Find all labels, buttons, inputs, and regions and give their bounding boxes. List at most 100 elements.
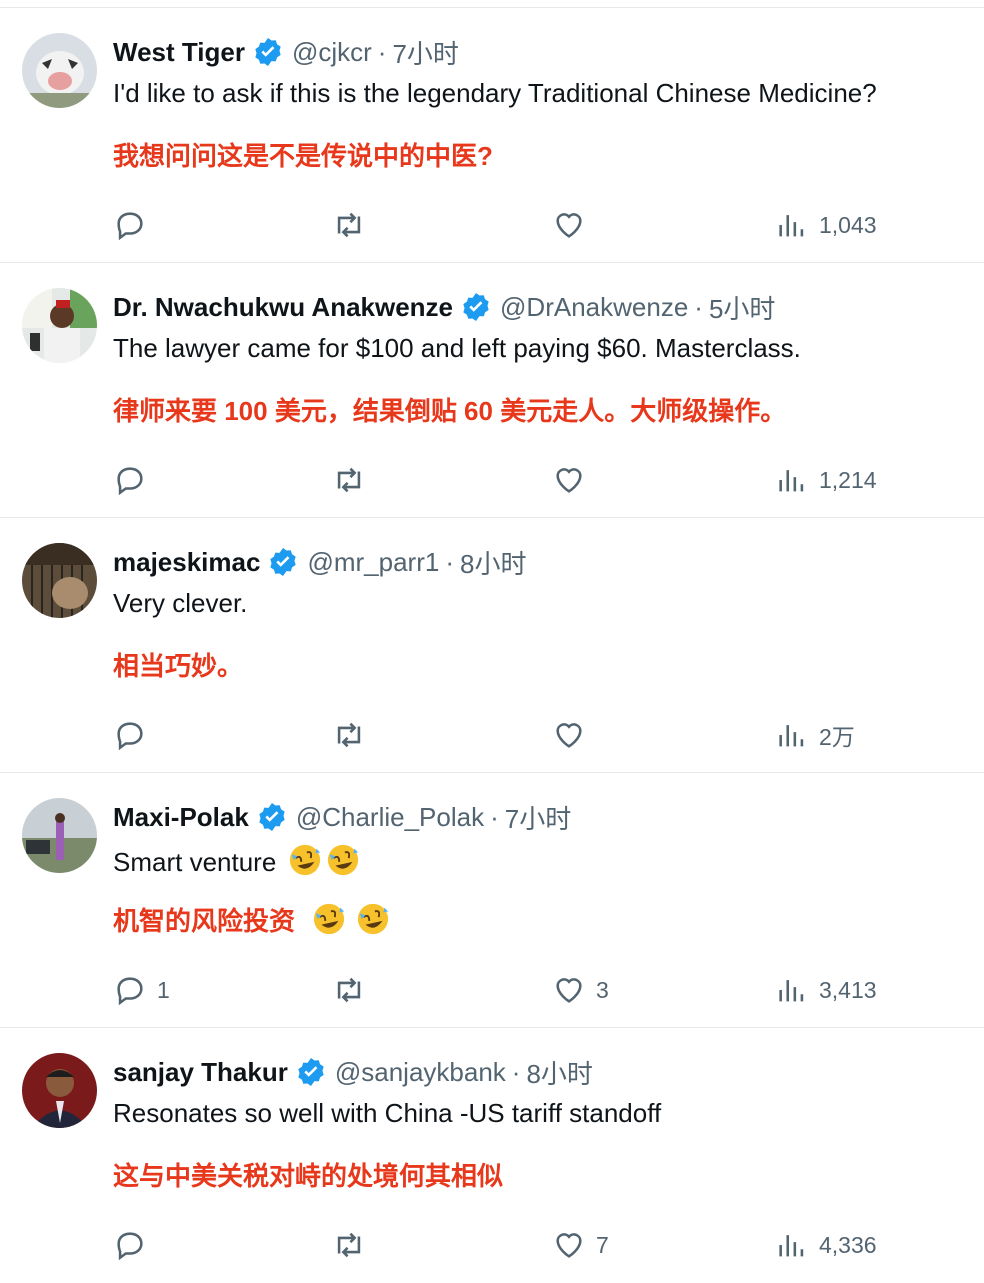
author-name[interactable]: Maxi-Polak bbox=[113, 802, 249, 833]
view-count: 1,214 bbox=[819, 466, 877, 493]
verified-badge-icon bbox=[298, 1058, 324, 1086]
separator-dot: · bbox=[694, 291, 703, 322]
author-name[interactable]: Dr. Nwachukwu Anakwenze bbox=[113, 292, 453, 323]
separator-dot: · bbox=[490, 801, 499, 832]
reply-icon bbox=[117, 977, 143, 1006]
reply-tweet[interactable]: Dr. Nwachukwu Anakwenze @DrAnakwenze · 5… bbox=[0, 263, 984, 518]
author-handle[interactable]: @Charlie_Polak bbox=[296, 802, 484, 833]
top-divider bbox=[0, 0, 984, 8]
separator-dot: · bbox=[377, 36, 387, 67]
like-button[interactable] bbox=[552, 460, 596, 500]
like-icon bbox=[556, 468, 582, 493]
action-bar: 1,043 bbox=[0, 205, 984, 245]
action-bar: 1,214 bbox=[0, 460, 984, 500]
retweet-icon bbox=[337, 722, 361, 748]
retweet-button[interactable] bbox=[332, 970, 366, 1010]
like-icon bbox=[556, 723, 582, 748]
retweet-icon bbox=[337, 212, 361, 238]
views-icon bbox=[779, 980, 804, 1002]
author-name[interactable]: sanjay Thakur bbox=[113, 1057, 288, 1088]
verified-badge-icon bbox=[270, 548, 297, 576]
reply-tweet[interactable]: Maxi-Polak @Charlie_Polak · 7小时 Smart ve… bbox=[0, 773, 984, 1028]
views-button[interactable]: 1,043 bbox=[775, 205, 877, 245]
like-count: 7 bbox=[596, 1231, 609, 1258]
separator-dot: · bbox=[511, 1056, 521, 1087]
author-handle[interactable]: @sanjaykbank bbox=[335, 1057, 506, 1088]
verified-badge-icon bbox=[255, 38, 281, 66]
views-button[interactable]: 3,413 bbox=[775, 970, 877, 1010]
like-button[interactable] bbox=[552, 715, 596, 755]
views-button[interactable]: 1,214 bbox=[775, 460, 877, 500]
retweet-icon bbox=[337, 1232, 361, 1258]
action-bar: 2万 bbox=[0, 715, 984, 755]
author-name[interactable]: West Tiger bbox=[113, 37, 245, 68]
reply-button[interactable] bbox=[113, 715, 157, 755]
rofl-emoji-icon bbox=[314, 903, 345, 935]
like-button[interactable]: 3 bbox=[552, 970, 609, 1010]
reply-button[interactable] bbox=[113, 205, 157, 245]
retweet-button[interactable] bbox=[332, 205, 366, 245]
views-icon bbox=[779, 470, 804, 492]
views-icon bbox=[779, 1235, 804, 1257]
views-button[interactable]: 4,336 bbox=[775, 1225, 877, 1265]
views-button[interactable]: 2万 bbox=[775, 715, 855, 755]
author-handle[interactable]: @cjkcr bbox=[292, 37, 372, 68]
view-count: 4,336 bbox=[819, 1231, 877, 1258]
translation-text: 律师来要 100 美元，结果倒贴 60 美元走人。大师级操作。 bbox=[113, 396, 787, 426]
timestamp[interactable]: 7小时 bbox=[505, 799, 571, 836]
avatar[interactable] bbox=[22, 33, 97, 108]
avatar[interactable] bbox=[22, 1053, 97, 1128]
tweet-text: I'd like to ask if this is the legendary… bbox=[113, 78, 877, 108]
reply-tweet[interactable]: West Tiger @cjkcr · 7小时 I'd like to ask … bbox=[0, 8, 984, 263]
action-bar: 7 4,336 bbox=[0, 1225, 984, 1265]
rofl-emoji-icon bbox=[327, 844, 358, 876]
avatar[interactable] bbox=[22, 543, 97, 618]
rofl-emoji-icon bbox=[289, 844, 320, 876]
like-icon bbox=[556, 213, 582, 238]
reply-tweet[interactable]: sanjay Thakur @sanjaykbank · 8小时 Resonat… bbox=[0, 1028, 984, 1283]
view-count: 1,043 bbox=[819, 211, 877, 238]
reply-button[interactable] bbox=[113, 1225, 157, 1265]
like-icon bbox=[556, 1233, 582, 1258]
tweet-text: Very clever. bbox=[113, 588, 248, 618]
views-icon bbox=[779, 725, 804, 747]
author-handle[interactable]: @mr_parr1 bbox=[307, 547, 439, 578]
translation-text: 相当巧妙。 bbox=[113, 651, 244, 681]
translation-text-line: 机智的风险投资 bbox=[113, 901, 390, 938]
retweet-button[interactable] bbox=[332, 460, 366, 500]
verified-badge-icon bbox=[259, 803, 285, 831]
tweet-text: Resonates so well with China -US tariff … bbox=[113, 1098, 662, 1128]
verified-badge-icon bbox=[463, 293, 489, 321]
translation-text: 我想问问这是不是传说中的中医? bbox=[113, 141, 493, 171]
retweet-button[interactable] bbox=[332, 715, 366, 755]
reply-count: 1 bbox=[157, 976, 170, 1003]
author-handle[interactable]: @DrAnakwenze bbox=[500, 292, 688, 323]
like-button[interactable]: 7 bbox=[552, 1225, 609, 1265]
like-button[interactable] bbox=[552, 205, 596, 245]
reply-button[interactable] bbox=[113, 460, 157, 500]
like-icon bbox=[556, 978, 582, 1003]
tweet-text: The lawyer came for $100 and left paying… bbox=[113, 333, 801, 363]
timestamp[interactable]: 8小时 bbox=[460, 544, 526, 581]
view-count: 3,413 bbox=[819, 976, 877, 1003]
tweet-text-line: Smart venture bbox=[113, 843, 360, 878]
timestamp[interactable]: 7小时 bbox=[392, 34, 458, 71]
reply-tweet[interactable]: majeskimac @mr_parr1 · 8小时 Very clever. … bbox=[0, 518, 984, 773]
views-icon bbox=[779, 215, 804, 237]
avatar[interactable] bbox=[22, 288, 97, 363]
action-bar: 1 3 3,413 bbox=[0, 970, 984, 1010]
timestamp[interactable]: 5小时 bbox=[709, 289, 775, 326]
retweet-icon bbox=[337, 467, 361, 493]
timestamp[interactable]: 8小时 bbox=[526, 1054, 592, 1091]
reply-icon bbox=[117, 467, 143, 496]
author-name[interactable]: majeskimac bbox=[113, 547, 260, 578]
like-count: 3 bbox=[596, 976, 609, 1003]
reply-button[interactable]: 1 bbox=[113, 970, 170, 1010]
translation-text: 机智的风险投资 bbox=[113, 906, 296, 936]
retweet-button[interactable] bbox=[332, 1225, 366, 1265]
tweet-text: Smart venture bbox=[113, 847, 277, 877]
translation-text: 这与中美关税对峙的处境何其相似 bbox=[113, 1161, 504, 1191]
view-count: 2万 bbox=[819, 724, 855, 750]
avatar[interactable] bbox=[22, 798, 97, 873]
reply-icon bbox=[117, 722, 143, 751]
